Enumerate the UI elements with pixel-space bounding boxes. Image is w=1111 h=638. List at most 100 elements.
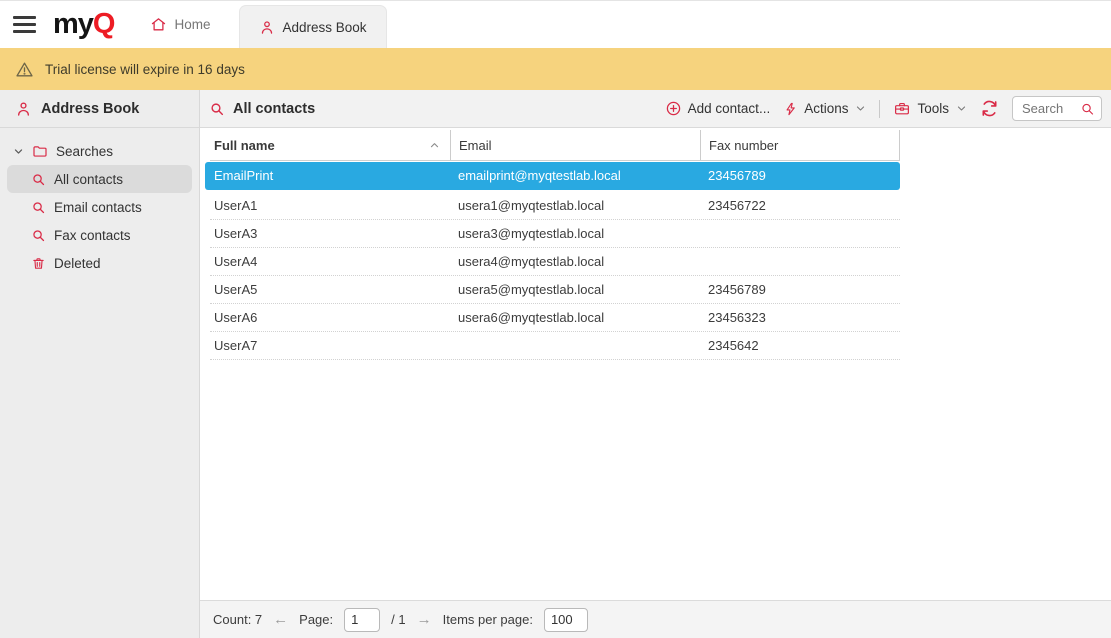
chevron-down-icon[interactable] [13,146,24,157]
table-header-row: Full name Email Fax number [210,130,900,161]
cell-full-name: UserA1 [210,198,450,213]
items-per-page-label: Items per page: [443,612,533,627]
tab-address-book-label: Address Book [283,20,367,35]
actions-dropdown-button[interactable]: Actions [783,101,866,117]
cell-fax-number: 23456323 [700,310,900,325]
main-header: All contacts Add contact... [200,90,1111,128]
sidebar-item-deleted[interactable]: Deleted [7,249,192,277]
cell-fax-number: 2345642 [700,338,900,353]
search-icon [31,228,46,243]
toolbar: Add contact... Actions [665,96,1102,121]
cell-email: usera1@myqtestlab.local [450,198,700,213]
table-row[interactable]: UserA6 usera6@myqtestlab.local 23456323 [210,304,900,332]
refresh-button[interactable] [980,99,999,118]
previous-page-arrow-icon[interactable]: ← [273,612,288,627]
cell-full-name: EmailPrint [210,168,450,183]
main-panel: All contacts Add contact... [200,90,1111,638]
refresh-icon [980,99,999,118]
home-icon [150,16,167,33]
cell-full-name: UserA3 [210,226,450,241]
search-icon [31,200,46,215]
tab-address-book[interactable]: Address Book [239,5,387,48]
page-number-input[interactable] [344,608,380,632]
trash-icon [31,256,46,271]
banner-text: Trial license will expire in 16 days [45,62,245,77]
cell-email: usera3@myqtestlab.local [450,226,700,241]
page-title-label: All contacts [233,101,315,117]
cell-full-name: UserA7 [210,338,450,353]
sidebar-item-label: Deleted [54,256,101,271]
column-header-fax-number[interactable]: Fax number [700,130,900,160]
sort-ascending-icon[interactable] [429,140,440,151]
sidebar-item-label: Fax contacts [54,228,131,243]
sidebar-folder-label: Searches [56,144,113,159]
cell-email: usera4@myqtestlab.local [450,254,700,269]
lightning-icon [783,101,798,117]
myq-logo[interactable]: myQ [53,10,114,39]
add-contact-button[interactable]: Add contact... [665,100,771,117]
sidebar-item-all-contacts[interactable]: All contacts [7,165,192,193]
toolbox-icon [893,100,911,117]
person-icon [259,19,275,36]
tab-home[interactable]: Home [150,1,210,49]
sidebar: Address Book Searches [0,90,200,638]
search-icon[interactable] [1080,101,1095,116]
top-bar: myQ Home Address Book [0,0,1111,48]
chevron-down-icon [956,103,967,114]
sidebar-folder-searches[interactable]: Searches [0,137,199,165]
cell-fax-number: 23456722 [700,198,900,213]
cell-fax-number: 23456789 [700,168,900,183]
column-header-label: Fax number [709,138,778,153]
table-row[interactable]: UserA5 usera5@myqtestlab.local 23456789 [210,276,900,304]
column-header-label: Full name [214,138,275,153]
search-icon [31,172,46,187]
tab-home-label: Home [174,17,210,32]
logo-text-my: my [53,8,93,40]
hamburger-menu-icon[interactable] [13,16,36,33]
table-row[interactable]: UserA3 usera3@myqtestlab.local [210,220,900,248]
sidebar-title: Address Book [0,90,199,128]
sidebar-item-fax-contacts[interactable]: Fax contacts [7,221,192,249]
column-header-label: Email [459,138,492,153]
table-row[interactable]: UserA7 2345642 [210,332,900,360]
items-per-page-input[interactable] [544,608,588,632]
contacts-table: Full name Email Fax number EmailPrint em… [200,128,1111,600]
count-label: Count: 7 [213,612,262,627]
chevron-down-icon [855,103,866,114]
cell-full-name: UserA4 [210,254,450,269]
sidebar-title-label: Address Book [41,101,139,117]
column-header-email[interactable]: Email [450,130,700,160]
table-row[interactable]: UserA1 usera1@myqtestlab.local 23456722 [210,192,900,220]
search-icon [209,101,225,117]
page-total-label: / 1 [391,612,405,627]
sidebar-item-label: All contacts [54,172,123,187]
warning-icon [15,60,34,79]
cell-full-name: UserA6 [210,310,450,325]
tools-dropdown-button[interactable]: Tools [893,100,967,117]
page-title: All contacts [209,101,315,117]
column-header-full-name[interactable]: Full name [210,130,450,160]
table-row[interactable]: EmailPrint emailprint@myqtestlab.local 2… [205,162,900,190]
logo-text-q: Q [93,8,115,40]
sidebar-item-email-contacts[interactable]: Email contacts [7,193,192,221]
cell-email: usera6@myqtestlab.local [450,310,700,325]
search-box [1012,96,1102,121]
plus-circle-icon [665,100,682,117]
cell-email: emailprint@myqtestlab.local [450,168,700,183]
tools-label: Tools [917,101,949,116]
actions-label: Actions [804,101,848,116]
toolbar-divider [879,100,880,118]
cell-fax-number: 23456789 [700,282,900,297]
cell-full-name: UserA5 [210,282,450,297]
page-label: Page: [299,612,333,627]
person-icon [15,100,32,118]
sidebar-tree: Searches All contacts Email contacts [0,128,199,277]
sidebar-item-label: Email contacts [54,200,142,215]
cell-email: usera5@myqtestlab.local [450,282,700,297]
content-area: Address Book Searches [0,90,1111,638]
pagination-bar: Count: 7 ← Page: / 1 → Items per page: [200,600,1111,638]
add-contact-label: Add contact... [688,101,771,116]
table-row[interactable]: UserA4 usera4@myqtestlab.local [210,248,900,276]
next-page-arrow-icon[interactable]: → [417,612,432,627]
trial-license-banner: Trial license will expire in 16 days [0,48,1111,90]
